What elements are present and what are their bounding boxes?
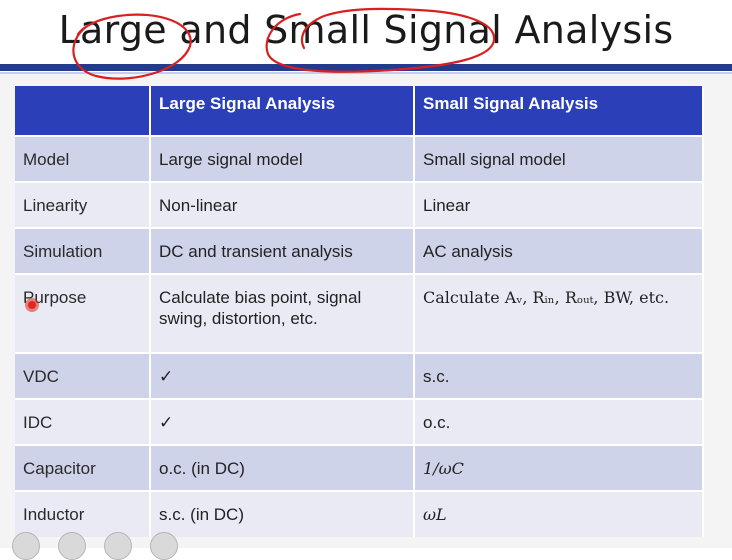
more-icon[interactable] — [150, 532, 178, 560]
ink-circle-large — [72, 13, 192, 80]
laser-pointer-core — [28, 301, 36, 309]
video-controls-strip — [0, 528, 180, 560]
ink-circle-small-signal — [265, 7, 496, 73]
zoom-icon[interactable] — [58, 532, 86, 560]
subtitles-icon[interactable] — [12, 532, 40, 560]
screen-icon[interactable] — [104, 532, 132, 560]
ink-annotations — [25, 7, 496, 312]
